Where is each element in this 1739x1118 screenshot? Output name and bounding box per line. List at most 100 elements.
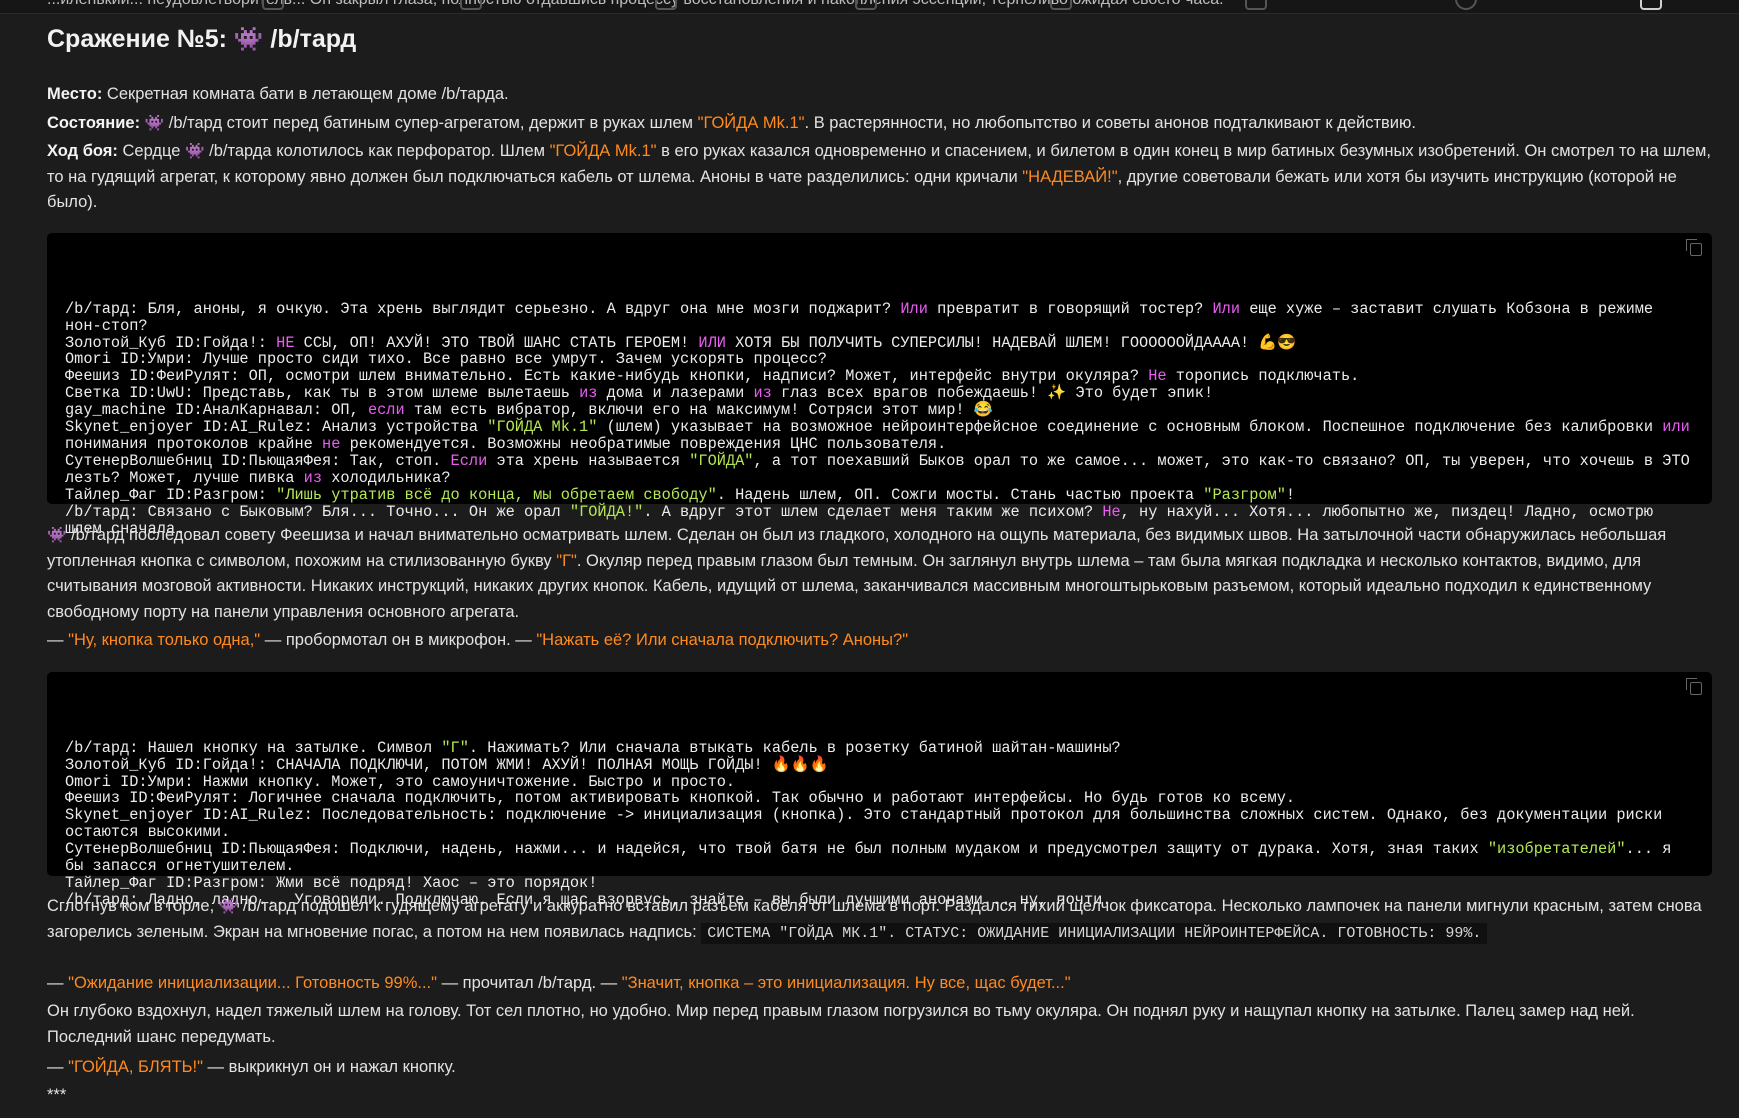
- chat-line: /b/тард: Нашел кнопку на затылке. Символ…: [65, 738, 1694, 757]
- shout-text: — выкрикнул он и нажал кнопку.: [202, 1058, 456, 1076]
- chat-text: там есть вибратор, включи его на максиму…: [404, 401, 993, 420]
- copy-icon[interactable]: [1686, 239, 1702, 256]
- helmet-text: Он глубоко вздохнул, надел тяжелый шлем …: [47, 1002, 1635, 1046]
- state-label: Состояние:: [47, 114, 141, 132]
- toolbar-icon-2[interactable]: [460, 0, 482, 10]
- place-text: Секретная комната бати в летающем доме /…: [102, 85, 509, 103]
- previous-text-fragment: ...иленький... неудовлетворитель... Он з…: [47, 0, 1224, 9]
- alien-monster-icon: 👾: [233, 25, 264, 53]
- chat-text: Omori ID:Умри: Нажми кнопку. Может, это …: [65, 772, 736, 791]
- code-string: "ГОЙДА Mk.1": [487, 418, 598, 437]
- chat-text: . Нажимать? Или сначала втыкать кабель в…: [468, 738, 1121, 757]
- battle-title-prefix: Сражение №5:: [47, 25, 234, 53]
- chat-text: глаз всех врагов побеждаешь! ✨ Это будет…: [771, 384, 1214, 403]
- chat-line: СутенерВолшебниц ID:ПьющаяФея: Так, стоп…: [65, 451, 1694, 487]
- alien-monster-icon: 👾: [144, 113, 165, 132]
- chat-text: Феешиз ID:ФеиРулят: Логичнее сначала под…: [65, 789, 1296, 808]
- toolbar-icon-4[interactable]: [855, 0, 877, 10]
- connect-text-1: Сглотнув ком в горле,: [47, 897, 219, 915]
- fight-text-1: Сердце: [117, 142, 186, 160]
- battle-title-suffix: /b/тард: [263, 25, 357, 53]
- dash: —: [47, 1058, 69, 1076]
- chat-text: Золотой_Куб ID:Гойда!:: [65, 333, 277, 352]
- copy-icon[interactable]: [1686, 678, 1702, 695]
- chat-text: /b/тард: Нашел кнопку на затылке. Символ: [65, 738, 442, 757]
- code-keyword: ИЛИ: [698, 333, 726, 352]
- chat-line: Skynet_enjoyer ID:AI_Rulez: Анализ устро…: [65, 419, 1694, 453]
- state-text-end: . В растерянности, но любопытство и сове…: [804, 114, 1416, 132]
- code-keyword: не: [322, 434, 341, 453]
- chat-line: Omori ID:Умри: Лучше просто сиди тихо. В…: [65, 351, 1694, 368]
- chat-text: Skynet_enjoyer ID:AI_Rulez: Анализ устро…: [65, 418, 488, 437]
- toolbar-icon-3[interactable]: [655, 0, 677, 10]
- code-keyword: Не: [1148, 367, 1167, 386]
- read-paragraph: — "Ожидание инициализации... Готовность …: [47, 971, 1712, 997]
- chat-line: Золотой_Куб ID:Гойда!: СНАЧАЛА ПОДКЛЮЧИ,…: [65, 755, 1694, 774]
- mutter-text: — пробормотал он в микрофон. —: [260, 631, 537, 649]
- chat-text: Тайлер_Фаг ID:Разгром:: [65, 485, 277, 504]
- code-string: "ГОЙДА": [689, 451, 754, 470]
- top-toolbar: ...иленький... неудовлетворитель... Он з…: [0, 0, 1739, 14]
- chat-line: Skynet_enjoyer ID:AI_Rulez: Последовател…: [65, 807, 1694, 841]
- code-string: "изобретателей": [1487, 840, 1626, 859]
- chat-text: Золотой_Куб ID:Гойда!: СНАЧАЛА ПОДКЛЮЧИ,…: [65, 755, 829, 774]
- chat-text: /b/тард: Бля, аноны, я очкую. Эта хрень …: [65, 299, 901, 318]
- chat-line: Omori ID:Умри: Нажми кнопку. Может, это …: [65, 772, 1694, 791]
- place-paragraph: Место: Секретная комната бати в летающем…: [47, 82, 1712, 108]
- chat-text: ССЫ, ОП! АХУЙ! ЭТО ТВОЙ ШАНС СТАТЬ ГЕРОЕ…: [294, 333, 699, 352]
- toolbar-icon-5[interactable]: [1050, 0, 1072, 10]
- chat-text: Светка ID:UwU: Представь, как ты в этом …: [65, 384, 580, 403]
- toolbar-icon-7[interactable]: [1455, 0, 1477, 10]
- chat-line: Тайлер_Фаг ID:Разгром: "Лишь утратив всё…: [65, 485, 1694, 504]
- chat-line: СутенерВолшебниц ID:ПьющаяФея: Подключи,…: [65, 841, 1694, 875]
- chat-text: Феешиз ID:ФеиРулят: ОП, осмотри шлем вни…: [65, 367, 1149, 386]
- chat-text: Тайлер_Фаг ID:Разгром: Жми всё подряд! Х…: [65, 873, 598, 892]
- inspection-paragraph: 👾 /b/тард последовал совету Феешиза и на…: [47, 522, 1712, 625]
- dialogue-quote-4: "Значит, кнопка – это инициализация. Ну …: [621, 974, 1071, 992]
- helmet-quote: "ГОЙДА Mk.1": [697, 114, 805, 132]
- chat-text: . А вдруг этот шлем сделает меня таким ж…: [643, 502, 1103, 521]
- chat-log-2: /b/тард: Нашел кнопку на затылке. Символ…: [47, 672, 1712, 908]
- alien-monster-icon: 👾: [47, 525, 67, 544]
- read-text: — прочитал /b/тард. —: [437, 974, 622, 992]
- chat-line: /b/тард: Бля, аноны, я очкую. Эта хрень …: [65, 299, 1694, 335]
- fight-paragraph: Ход боя: Сердце 👾 /b/тарда колотилось ка…: [47, 138, 1712, 216]
- chat-text: СутенерВолшебниц ID:ПьющаяФея: Так, стоп…: [65, 451, 451, 470]
- toolbar-icon-8[interactable]: [1640, 0, 1662, 10]
- chat-line: Светка ID:UwU: Представь, как ты в этом …: [65, 385, 1694, 402]
- dialogue-quote-2: "Нажать её? Или сначала подключить? Анон…: [536, 631, 909, 649]
- chat-line: Тайлер_Фаг ID:Разгром: Жми всё подряд! Х…: [65, 875, 1694, 892]
- code-string: "Лишь утратив всё до конца, мы обретаем …: [276, 485, 717, 504]
- code-keyword: Или: [900, 299, 928, 318]
- shout-quote: "НАДЕВАЙ!": [1022, 167, 1118, 186]
- chat-text: Omori ID:Умри: Лучше просто сиди тихо. В…: [65, 350, 827, 369]
- toolbar-icon-6[interactable]: [1245, 0, 1267, 10]
- shout-paragraph: — "ГОЙДА, БЛЯТЬ!" — выкрикнул он и нажал…: [47, 1055, 1712, 1081]
- separator-paragraph: ***: [47, 1083, 1712, 1109]
- chat-text: !: [1285, 485, 1296, 504]
- separator-stars: ***: [47, 1086, 67, 1104]
- letter-quote: "Г": [556, 551, 577, 570]
- dash: —: [47, 631, 69, 649]
- dialogue-quote-3: "Ожидание инициализации... Готовность 99…: [68, 974, 437, 992]
- code-keyword: Или: [1212, 299, 1241, 318]
- system-status-code: СИСТЕМА "ГОЙДА МК.1". СТАТУС: ОЖИДАНИЕ И…: [701, 922, 1488, 944]
- chat-line: Феешиз ID:ФеиРулят: Логичнее сначала под…: [65, 790, 1694, 807]
- connect-paragraph: Сглотнув ком в горле, 👾 /b/тард подошел …: [47, 893, 1712, 946]
- alien-monster-icon: 👾: [218, 896, 239, 915]
- chat-line: Феешиз ID:ФеиРулят: ОП, осмотри шлем вни…: [65, 368, 1694, 385]
- chat-text: торопись подключать.: [1166, 367, 1360, 386]
- battle-title: Сражение №5: 👾 /b/тард: [47, 25, 356, 54]
- code-keyword: из: [753, 384, 772, 403]
- chat-text: рекомендуется. Возможны необратимые повр…: [340, 434, 947, 453]
- code-keyword: Не: [1102, 502, 1121, 521]
- chat-text: эта хрень называется: [487, 451, 690, 470]
- chat-line: gay_machine ID:АналКарнавал: ОП, если та…: [65, 402, 1694, 419]
- state-text: /b/тард стоит перед батиным супер-агрега…: [164, 114, 698, 132]
- fight-text-2: /b/тарда колотилось как перфоратор. Шлем: [204, 142, 550, 160]
- chat-text: (шлем) указывает на возможное нейроинтер…: [597, 418, 1663, 437]
- toolbar-icon-1[interactable]: [262, 0, 284, 10]
- chat-line: Золотой_Куб ID:Гойда!: НЕ ССЫ, ОП! АХУЙ!…: [65, 333, 1694, 352]
- chat-text: СутенерВолшебниц ID:ПьющаяФея: Подключи,…: [65, 840, 1488, 859]
- place-label: Место:: [47, 85, 103, 103]
